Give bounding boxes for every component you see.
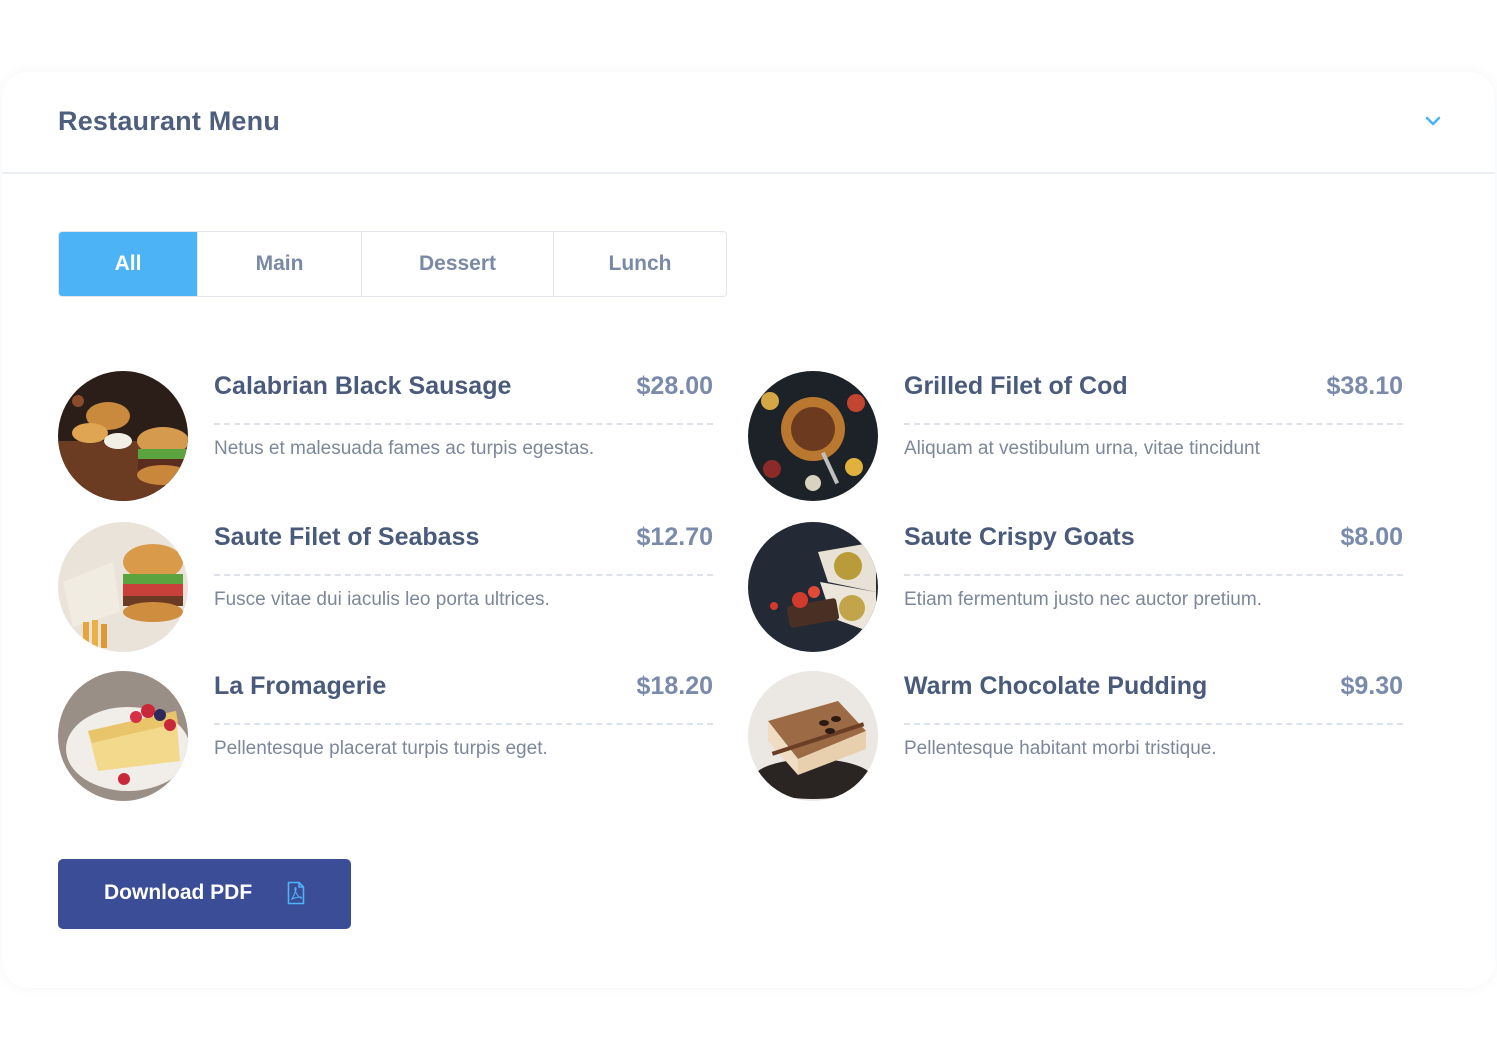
dashed-divider [904,574,1403,576]
item-price: $28.00 [636,372,713,400]
item-name: La Fromagerie [214,672,387,700]
item-name: Calabrian Black Sausage [214,372,512,400]
burger-wrap-photo [58,522,188,652]
tab-main[interactable]: Main [198,232,362,296]
menu-item: Grilled Filet of Cod $38.10 Aliquam at v… [748,371,1403,503]
item-price: $38.10 [1326,372,1403,400]
item-name: Saute Filet of Seabass [214,523,480,551]
item-description: Fusce vitae dui iaculis leo porta ultric… [214,589,550,610]
menu-title: Restaurant Menu [58,106,281,136]
item-name: Warm Chocolate Pudding [904,672,1208,700]
pdf-file-icon [287,881,305,905]
item-name: Saute Crispy Goats [904,523,1135,551]
grilled-dish-photo [748,371,878,501]
item-description: Aliquam at vestibulum urna, vitae tincid… [904,438,1260,459]
download-pdf-label: Download PDF [104,881,253,904]
item-description: Etiam fermentum justo nec auctor pretium… [904,589,1262,610]
item-price: $12.70 [636,523,713,551]
tab-dessert[interactable]: Dessert [362,232,554,296]
wraps-photo [748,522,878,652]
item-name: Grilled Filet of Cod [904,372,1128,400]
menu-item: Warm Chocolate Pudding $9.30 Pellentesqu… [748,671,1403,803]
item-description: Netus et malesuada fames ac turpis egest… [214,438,595,459]
dashed-divider [214,723,713,725]
item-description: Pellentesque placerat turpis turpis eget… [214,738,548,759]
tab-all[interactable]: All [59,232,198,296]
menu-item: La Fromagerie $18.20 Pellentesque placer… [58,671,713,803]
dashed-divider [214,574,713,576]
dashed-divider [904,423,1403,425]
item-price: $9.30 [1340,672,1403,700]
cheesecake-photo [58,671,188,801]
category-tabs: All Main Dessert Lunch [58,231,727,297]
tiramisu-photo [748,671,878,801]
dashed-divider [214,423,713,425]
burger-platter-photo [58,371,188,501]
item-description: Pellentesque habitant morbi tristique. [904,738,1217,759]
menu-item: Saute Filet of Seabass $12.70 Fusce vita… [58,522,713,654]
tab-lunch[interactable]: Lunch [554,232,726,296]
chevron-down-icon[interactable] [1422,110,1444,132]
menu-item: Saute Crispy Goats $8.00 Etiam fermentum… [748,522,1403,654]
dashed-divider [904,723,1403,725]
item-price: $8.00 [1340,523,1403,551]
menu-header[interactable]: Restaurant Menu [2,72,1495,174]
item-price: $18.20 [636,672,713,700]
menu-item: Calabrian Black Sausage $28.00 Netus et … [58,371,713,503]
download-pdf-button[interactable]: Download PDF [58,859,351,929]
